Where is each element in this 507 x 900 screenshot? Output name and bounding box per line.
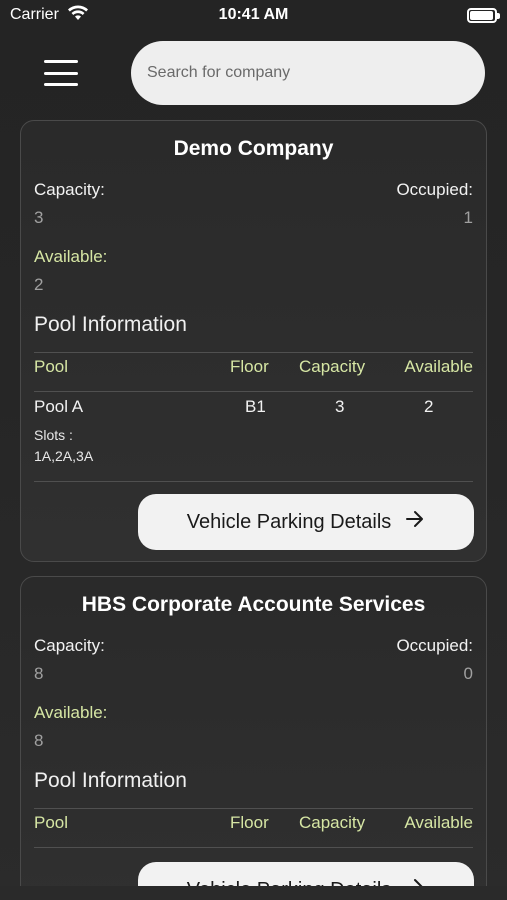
pool-header: Pool bbox=[34, 357, 69, 376]
divider bbox=[34, 352, 473, 353]
capacity-value: 8 bbox=[34, 664, 44, 683]
pool-name: Pool A bbox=[34, 397, 84, 416]
available-value: 2 bbox=[34, 275, 44, 294]
capacity-value: 3 bbox=[34, 208, 44, 227]
capacity-label: Capacity: bbox=[34, 180, 105, 199]
company-title: Demo Company bbox=[173, 137, 334, 160]
pool-section-title: Pool Information bbox=[34, 769, 187, 792]
divider bbox=[34, 481, 473, 482]
floor-header: Floor bbox=[230, 357, 269, 376]
available-value: 8 bbox=[34, 731, 44, 750]
pool-slots: Slots : 1A,2A,3A bbox=[34, 425, 93, 467]
button-label: Vehicle Parking Details bbox=[186, 510, 392, 533]
occupied-label: Occupied: bbox=[396, 180, 473, 199]
pool-section-title: Pool Information bbox=[34, 313, 187, 336]
status-bar: Carrier 10:41 AM bbox=[0, 0, 507, 30]
divider bbox=[34, 391, 473, 392]
battery-icon bbox=[467, 7, 500, 23]
pool-floor: B1 bbox=[245, 397, 266, 416]
battery-level bbox=[470, 10, 493, 20]
floor-header: Floor bbox=[230, 813, 269, 832]
search-bar[interactable] bbox=[131, 41, 485, 105]
pool-capacity: 3 bbox=[335, 397, 345, 416]
divider bbox=[34, 808, 473, 809]
company-card: HBS Corporate Accounte Services Capacity… bbox=[20, 576, 487, 900]
capacity-header: Capacity bbox=[299, 357, 366, 376]
pool-available: 2 bbox=[424, 397, 434, 416]
menu-line bbox=[44, 60, 78, 63]
wifi-icon bbox=[67, 5, 89, 26]
carrier-group: Carrier bbox=[10, 5, 89, 26]
company-card: Demo Company Capacity: 3 Occupied: 1 Ava… bbox=[20, 120, 487, 562]
search-input[interactable] bbox=[147, 64, 469, 82]
divider bbox=[34, 847, 473, 848]
arrow-right-icon bbox=[405, 510, 425, 534]
menu-line bbox=[44, 83, 78, 86]
vehicle-parking-details-button[interactable]: Vehicle Parking Details bbox=[138, 494, 474, 550]
occupied-value: 1 bbox=[463, 208, 473, 227]
occupied-value: 0 bbox=[463, 664, 473, 683]
available-header: Available bbox=[404, 357, 473, 376]
available-label: Available: bbox=[34, 703, 108, 722]
slots-list: 1A,2A,3A bbox=[34, 448, 94, 464]
available-label: Available: bbox=[34, 247, 108, 266]
app-screen: Carrier 10:41 AM Demo Company Capacity: … bbox=[0, 0, 507, 900]
available-header: Available bbox=[404, 813, 473, 832]
carrier-label: Carrier bbox=[10, 6, 59, 23]
pool-header: Pool bbox=[34, 813, 69, 832]
hamburger-icon[interactable] bbox=[44, 60, 78, 86]
company-title: HBS Corporate Accounte Services bbox=[81, 593, 426, 616]
slots-label: Slots : bbox=[34, 427, 73, 443]
bottom-edge bbox=[0, 886, 507, 900]
capacity-label: Capacity: bbox=[34, 636, 105, 655]
capacity-header: Capacity bbox=[299, 813, 366, 832]
occupied-label: Occupied: bbox=[396, 636, 473, 655]
menu-line bbox=[44, 71, 78, 75]
